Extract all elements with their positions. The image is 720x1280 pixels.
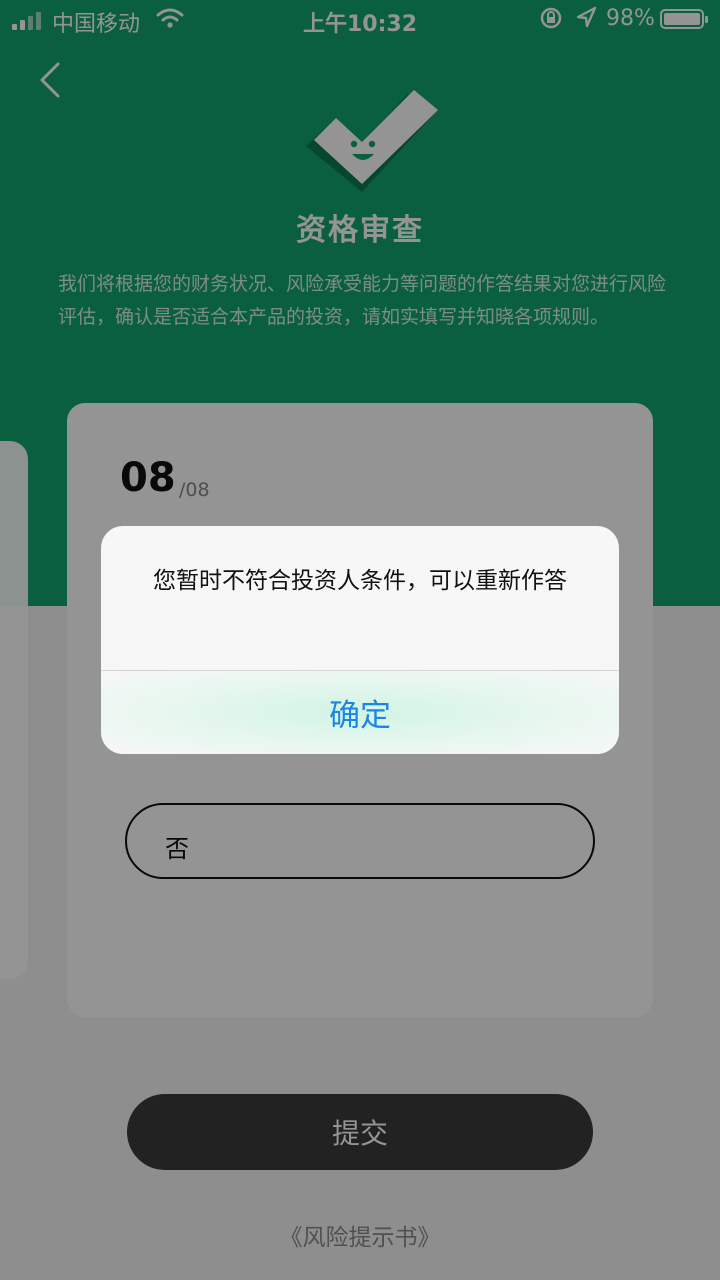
alert-dialog: 您暂时不符合投资人条件，可以重新作答 确定 [101, 526, 619, 754]
alert-divider [101, 670, 619, 671]
alert-message: 您暂时不符合投资人条件，可以重新作答 [153, 568, 567, 594]
risk-assessment-page: 中国移动 上午10:32 98% 资格审查 我们将根据您的财务状况、风险承受能力… [0, 0, 720, 1280]
alert-confirm-button[interactable]: 确定 [101, 690, 619, 735]
